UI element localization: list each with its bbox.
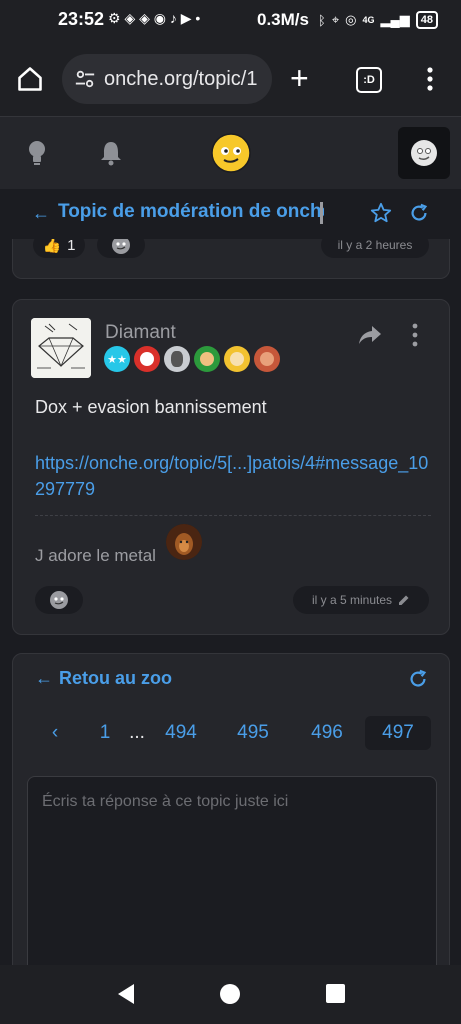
- post-link[interactable]: https://onche.org/topic/5[...]patois/4#m…: [35, 450, 435, 502]
- smiley-logo-icon[interactable]: [210, 132, 252, 174]
- system-icons: ᛒ ⌖ ◎ 4G ▂▄▆ 48: [318, 11, 438, 29]
- reply-textarea[interactable]: Écris ta réponse à ce topic juste ici: [27, 776, 437, 978]
- page-link[interactable]: 1: [93, 716, 117, 750]
- signal-label: 4G: [362, 15, 375, 25]
- tune-icon[interactable]: [74, 68, 96, 90]
- post-signature: J adore le metal: [35, 546, 156, 565]
- pagination: ‹ 1 ... 494 495 496 497: [13, 716, 449, 750]
- android-status-bar: 23:52 ⚙ ◈ ◈ ◉ ♪ ▶ • 0.3M/s ᛒ ⌖ ◎ 4G ▂▄▆ …: [0, 0, 461, 40]
- browser-toolbar: onche.org/topic/1 + :D: [0, 40, 461, 116]
- network-speed: 0.3M/s: [257, 10, 309, 29]
- arrow-left-icon[interactable]: ←: [35, 668, 53, 689]
- refresh-icon[interactable]: [408, 202, 430, 224]
- post-body-text: Dox + evasion bannissement: [35, 397, 267, 417]
- post-avatar[interactable]: [31, 318, 91, 378]
- bell-icon[interactable]: [98, 139, 124, 167]
- page-link[interactable]: 495: [229, 716, 277, 750]
- location-icon: ⌖: [331, 12, 340, 27]
- blonde-badge-icon[interactable]: [224, 346, 250, 372]
- address-bar[interactable]: onche.org/topic/1: [62, 54, 272, 104]
- notification-icons: ⚙ ◈ ◈ ◉ ♪ ▶ •: [108, 10, 201, 26]
- hotspot-icon: ◎: [345, 12, 357, 27]
- reply-placeholder: Écris ta réponse à ce topic juste ici: [42, 793, 289, 810]
- clown-badge-icon[interactable]: [134, 346, 160, 372]
- nav-home-icon[interactable]: [220, 984, 240, 1004]
- topic-title-bar: ← Topic de modération de onche: [0, 189, 461, 239]
- current-page[interactable]: 497: [365, 716, 431, 750]
- nav-recents-icon[interactable]: [326, 984, 345, 1003]
- back-to-list-link[interactable]: Retou au zoo: [59, 668, 172, 689]
- plus-icon[interactable]: +: [290, 62, 309, 94]
- user-badges: ★★: [104, 346, 280, 372]
- tabs-icon[interactable]: :D: [356, 67, 382, 93]
- more-vert-icon[interactable]: [420, 66, 440, 92]
- more-vert-icon[interactable]: [409, 322, 421, 348]
- post-username[interactable]: Diamant: [105, 322, 176, 344]
- topic-title[interactable]: Topic de modération de onche: [58, 201, 324, 223]
- nav-back-icon[interactable]: [116, 983, 136, 1005]
- post-timestamp: il y a 5 minutes: [293, 586, 429, 614]
- signature-divider: [35, 515, 431, 516]
- lion-icon: [166, 524, 202, 560]
- previous-post-footer: 👍 1 il y a 2 heures: [12, 232, 450, 279]
- pencil-icon[interactable]: [398, 594, 410, 606]
- post-timestamp-text: il y a 5 minutes: [311, 593, 393, 607]
- battery-icon: 48: [415, 11, 438, 29]
- android-nav-bar: [0, 965, 461, 1024]
- prev-page-icon[interactable]: ‹: [43, 716, 67, 750]
- avatar-icon: [411, 140, 437, 166]
- stars-badge-icon[interactable]: ★★: [104, 346, 130, 372]
- page-link[interactable]: 494: [157, 716, 205, 750]
- url-text: onche.org/topic/1: [104, 67, 258, 90]
- react-button[interactable]: [35, 586, 83, 614]
- post-card: Diamant ★★ Dox + evasion bannissement ht…: [12, 299, 450, 635]
- star-icon[interactable]: [370, 202, 392, 224]
- like-count: 1: [67, 236, 76, 254]
- page-ellipsis: ...: [129, 722, 145, 743]
- smiley-react-icon: [50, 591, 68, 609]
- portrait-badge-icon[interactable]: [164, 346, 190, 372]
- site-header: [0, 116, 461, 190]
- arrow-left-icon[interactable]: ←: [32, 203, 50, 224]
- elf-badge-icon[interactable]: [194, 346, 220, 372]
- page-link[interactable]: 496: [303, 716, 351, 750]
- user-avatar-button[interactable]: [398, 127, 450, 179]
- share-icon[interactable]: [357, 324, 383, 346]
- text-caret: [320, 202, 323, 224]
- home-icon[interactable]: [16, 65, 44, 93]
- bluetooth-icon: ᛒ: [318, 12, 326, 28]
- signal-icon: ▂▄▆: [380, 12, 410, 27]
- reply-card: ← Retou au zoo ‹ 1 ... 494 495 496 497 É…: [12, 653, 450, 985]
- status-time: 23:52: [58, 9, 105, 29]
- signature-image: [166, 524, 202, 560]
- warrior-badge-icon[interactable]: [254, 346, 280, 372]
- refresh-icon[interactable]: [407, 668, 429, 690]
- bulb-icon[interactable]: [24, 139, 50, 167]
